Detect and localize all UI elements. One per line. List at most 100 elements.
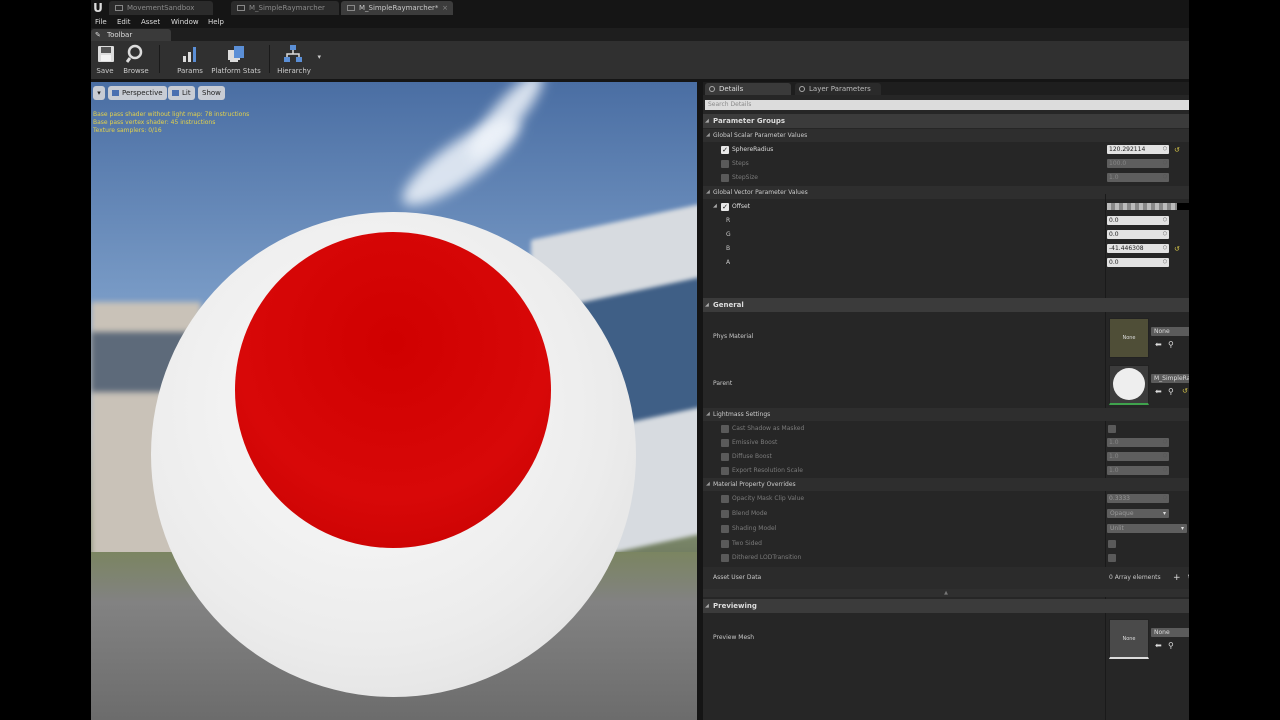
platform-stats-button[interactable]: Platform Stats (209, 41, 263, 79)
diffuse-boost-value[interactable]: 1.0 (1107, 452, 1169, 461)
use-selected-arrow-icon[interactable]: ⬅ (1155, 340, 1162, 349)
tab-m-simpleraymarcher[interactable]: M_SimpleRaymarcher (231, 1, 339, 15)
material-property-overrides-header[interactable]: Material Property Overrides (703, 478, 1189, 491)
parent-sphere-preview (1113, 368, 1145, 400)
steps-checkbox[interactable] (721, 160, 729, 168)
tab-toolbar[interactable]: ✎ Toolbar (91, 29, 171, 41)
preview-mesh-combo[interactable]: None (1151, 628, 1189, 637)
lightmass-settings-header[interactable]: Lightmass Settings (703, 408, 1189, 421)
dithered-lod-override-checkbox[interactable] (721, 554, 729, 562)
dithered-lod-row: Dithered LODTransition (703, 551, 1189, 565)
emissive-boost-value[interactable]: 1.0 (1107, 438, 1169, 447)
browse-asset-icon[interactable]: ⚲ (1168, 340, 1174, 349)
viewport-options-dropdown[interactable]: ▾ (93, 86, 105, 100)
lit-button[interactable]: Lit (168, 86, 195, 100)
reset-to-default-icon[interactable]: ↺ (1174, 245, 1180, 253)
tab-m-simpleraymarcher-active[interactable]: M_SimpleRaymarcher* × (341, 1, 453, 15)
save-icon (98, 46, 114, 62)
param-row-steps: Steps 100.0 (703, 157, 1189, 171)
browse-button[interactable]: Browse (121, 41, 151, 79)
reset-to-default-icon[interactable]: ↺ (1174, 146, 1180, 154)
collapse-arrow-icon[interactable]: ▲ (703, 589, 1189, 597)
opacity-mask-checkbox[interactable] (721, 495, 729, 503)
cast-shadow-checkbox[interactable] (1108, 425, 1116, 433)
close-tab-icon[interactable]: × (442, 1, 448, 15)
expand-arrow-icon[interactable]: ◢ (713, 203, 717, 209)
stepsize-checkbox[interactable] (721, 174, 729, 182)
emissive-boost-checkbox[interactable] (721, 439, 729, 447)
use-selected-arrow-icon[interactable]: ⬅ (1155, 387, 1162, 396)
general-header[interactable]: General (703, 298, 1189, 312)
browse-asset-icon[interactable]: ⚲ (1168, 641, 1174, 650)
menu-asset[interactable]: Asset (141, 16, 160, 28)
menu-help[interactable]: Help (208, 16, 224, 28)
perspective-icon (112, 90, 119, 96)
details-icon (709, 86, 715, 92)
material-icon (237, 5, 245, 11)
menu-edit[interactable]: Edit (117, 16, 131, 28)
cast-shadow-override-checkbox[interactable] (721, 425, 729, 433)
color-swatch[interactable] (1177, 203, 1189, 210)
delete-icon[interactable]: 🗑 (1187, 571, 1189, 585)
two-sided-checkbox[interactable] (1108, 540, 1116, 548)
params-button[interactable]: Params (176, 41, 204, 79)
browse-asset-icon[interactable]: ⚲ (1168, 387, 1174, 396)
raymarched-red-sphere (235, 232, 551, 548)
offset-b-value[interactable]: -41.446308 (1107, 244, 1169, 253)
parent-combo[interactable]: M_SimpleRaymarcher (1151, 374, 1189, 383)
scalar-group-header[interactable]: Global Scalar Parameter Values (703, 129, 1189, 142)
offset-r-value[interactable]: 0.0 (1107, 216, 1169, 225)
tab-layer-parameters[interactable]: Layer Parameters (795, 83, 881, 95)
tab-movementsandbox[interactable]: MovementSandbox (109, 1, 213, 15)
steps-value[interactable]: 100.0 (1107, 159, 1169, 168)
menu-window[interactable]: Window (171, 16, 199, 28)
lit-icon (172, 90, 179, 96)
preview-viewport[interactable]: ▾ Perspective Lit Show Base pass shader … (91, 82, 697, 720)
diffuse-boost-checkbox[interactable] (721, 453, 729, 461)
show-button[interactable]: Show (198, 86, 225, 100)
material-editor-window: U MovementSandbox M_SimpleRaymarcher M_S… (91, 0, 1189, 720)
color-swatch-alpha[interactable] (1107, 203, 1177, 210)
chevron-down-icon[interactable]: ▾ (317, 53, 321, 61)
phys-material-thumbnail[interactable]: None (1109, 318, 1149, 358)
export-resolution-checkbox[interactable] (721, 467, 729, 475)
previewing-header[interactable]: Previewing (703, 599, 1189, 613)
two-sided-override-checkbox[interactable] (721, 540, 729, 548)
preview-mesh-thumbnail[interactable]: None (1109, 619, 1149, 659)
opacity-mask-value[interactable]: 0.3333 (1107, 494, 1169, 503)
offset-g-value[interactable]: 0.0 (1107, 230, 1169, 239)
emissive-boost-row: Emissive Boost 1.0 (703, 436, 1189, 450)
shading-model-combo[interactable]: Unlit (1107, 524, 1187, 533)
save-button[interactable]: Save (93, 41, 117, 79)
search-details-input[interactable]: Search Details (705, 100, 1189, 110)
toolbar-separator (269, 45, 270, 73)
menu-file[interactable]: File (95, 16, 107, 28)
blend-mode-checkbox[interactable] (721, 510, 729, 518)
vector-group-header[interactable]: Global Vector Parameter Values (703, 186, 1189, 199)
offset-a-value[interactable]: 0.0 (1107, 258, 1169, 267)
parameter-groups-header[interactable]: Parameter Groups (703, 114, 1189, 128)
blend-mode-combo[interactable]: Opaque (1107, 509, 1169, 518)
add-element-icon[interactable]: + (1173, 571, 1181, 585)
sphereradius-checkbox[interactable]: ✓ (721, 146, 729, 154)
toolbar-separator (159, 45, 160, 73)
dithered-lod-checkbox[interactable] (1108, 554, 1116, 562)
reset-to-default-icon[interactable]: ↺ (1182, 387, 1188, 395)
material-instance-icon (347, 5, 355, 11)
perspective-button[interactable]: Perspective (108, 86, 167, 100)
sphereradius-value[interactable]: 120.292114 (1107, 145, 1169, 154)
details-panel: Details Layer Parameters Search Details … (703, 82, 1189, 720)
parent-material-thumbnail[interactable] (1109, 365, 1149, 405)
stepsize-value[interactable]: 1.0 (1107, 173, 1169, 182)
offset-checkbox[interactable]: ✓ (721, 203, 729, 211)
shading-model-row: Shading Model Unlit (703, 522, 1189, 536)
tab-details[interactable]: Details (705, 83, 791, 95)
use-selected-arrow-icon[interactable]: ⬅ (1155, 641, 1162, 650)
blend-mode-row: Blend Mode Opaque (703, 507, 1189, 521)
platform-stats-icon (228, 46, 244, 62)
param-row-stepsize: StepSize 1.0 (703, 171, 1189, 185)
shading-model-checkbox[interactable] (721, 525, 729, 533)
export-resolution-value[interactable]: 1.0 (1107, 466, 1169, 475)
phys-material-combo[interactable]: None (1151, 327, 1189, 336)
hierarchy-button[interactable]: Hierarchy ▾ (275, 41, 321, 79)
